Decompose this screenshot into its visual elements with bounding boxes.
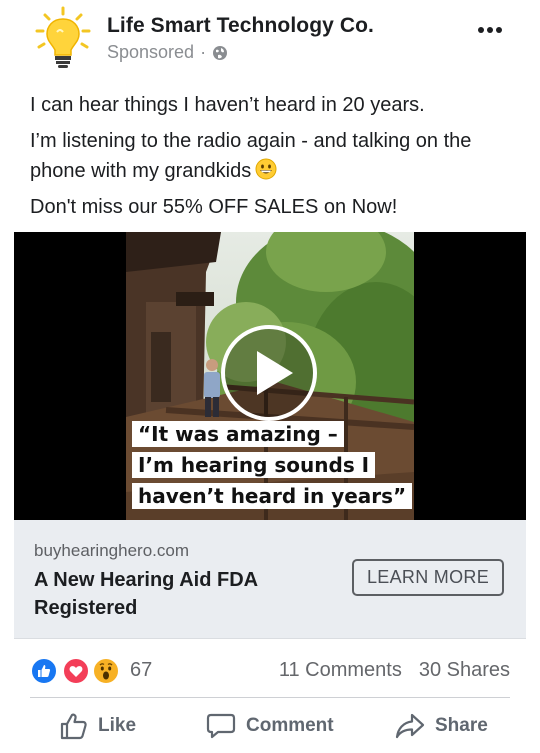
post-stats: 67 11 Comments 30 Shares	[0, 650, 540, 690]
comment-button[interactable]: Comment	[205, 710, 334, 742]
page-name[interactable]: Life Smart Technology Co.	[107, 14, 374, 38]
post-text-line-content: I’m listening to the radio again - and t…	[30, 130, 472, 182]
link-title[interactable]: A New Hearing Aid FDA Registered	[34, 566, 334, 622]
caption-line: haven’t heard in years”	[132, 483, 413, 509]
action-bar: Like Comment Share	[0, 700, 540, 753]
sponsored-label[interactable]: Sponsored	[107, 42, 194, 63]
more-dot	[487, 27, 493, 33]
video-frame[interactable]: “It was amazing – I’m hearing sounds I h…	[126, 232, 414, 520]
actions-divider	[30, 697, 510, 698]
more-options-icon[interactable]	[478, 20, 506, 40]
post-body: I can hear things I haven’t heard in 20 …	[30, 90, 520, 222]
play-icon[interactable]	[219, 323, 319, 423]
link-preview-card[interactable]: buyhearinghero.com A New Hearing Aid FDA…	[14, 520, 526, 639]
post-text-line: I can hear things I haven’t heard in 20 …	[30, 94, 425, 116]
learn-more-button[interactable]: LEARN MORE	[352, 559, 504, 596]
globe-icon	[213, 46, 228, 60]
lightbulb-icon[interactable]	[32, 6, 94, 70]
wow-reaction-icon	[92, 657, 120, 685]
video-caption: “It was amazing – I’m hearing sounds I h…	[132, 421, 413, 514]
love-reaction-icon	[62, 657, 90, 685]
grinning-face-emoji-icon	[255, 158, 277, 180]
share-button[interactable]: Share	[394, 710, 488, 742]
post-header: Life Smart Technology Co. Sponsored ·	[0, 0, 540, 80]
like-label: Like	[98, 715, 137, 736]
shares-count[interactable]: 30 Shares	[419, 659, 510, 682]
reaction-count[interactable]: 67	[130, 659, 152, 682]
caption-line: “It was amazing –	[132, 421, 344, 447]
caption-line: I’m hearing sounds I	[132, 452, 376, 478]
like-reaction-icon	[30, 657, 58, 685]
reaction-icons[interactable]	[30, 657, 126, 685]
post-text-line: I’m listening to the radio again - and t…	[30, 126, 520, 186]
comments-count[interactable]: 11 Comments	[279, 659, 402, 682]
like-button[interactable]: Like	[59, 710, 136, 742]
post-text-line: Don't miss our 55% OFF SALES on Now!	[30, 196, 398, 218]
thumbs-up-icon	[60, 713, 87, 740]
video-player[interactable]: “It was amazing – I’m hearing sounds I h…	[14, 232, 526, 520]
share-label: Share	[435, 715, 488, 736]
more-dot	[496, 27, 502, 33]
engagement-counts: 11 Comments 30 Shares	[279, 659, 510, 682]
link-domain: buyhearinghero.com	[34, 541, 189, 560]
post-meta: Sponsored ·	[107, 42, 228, 63]
meta-separator: ·	[200, 42, 207, 62]
comment-bubble-icon	[206, 713, 236, 739]
comment-label: Comment	[246, 715, 334, 736]
share-arrow-icon	[395, 713, 425, 739]
more-dot	[478, 27, 484, 33]
